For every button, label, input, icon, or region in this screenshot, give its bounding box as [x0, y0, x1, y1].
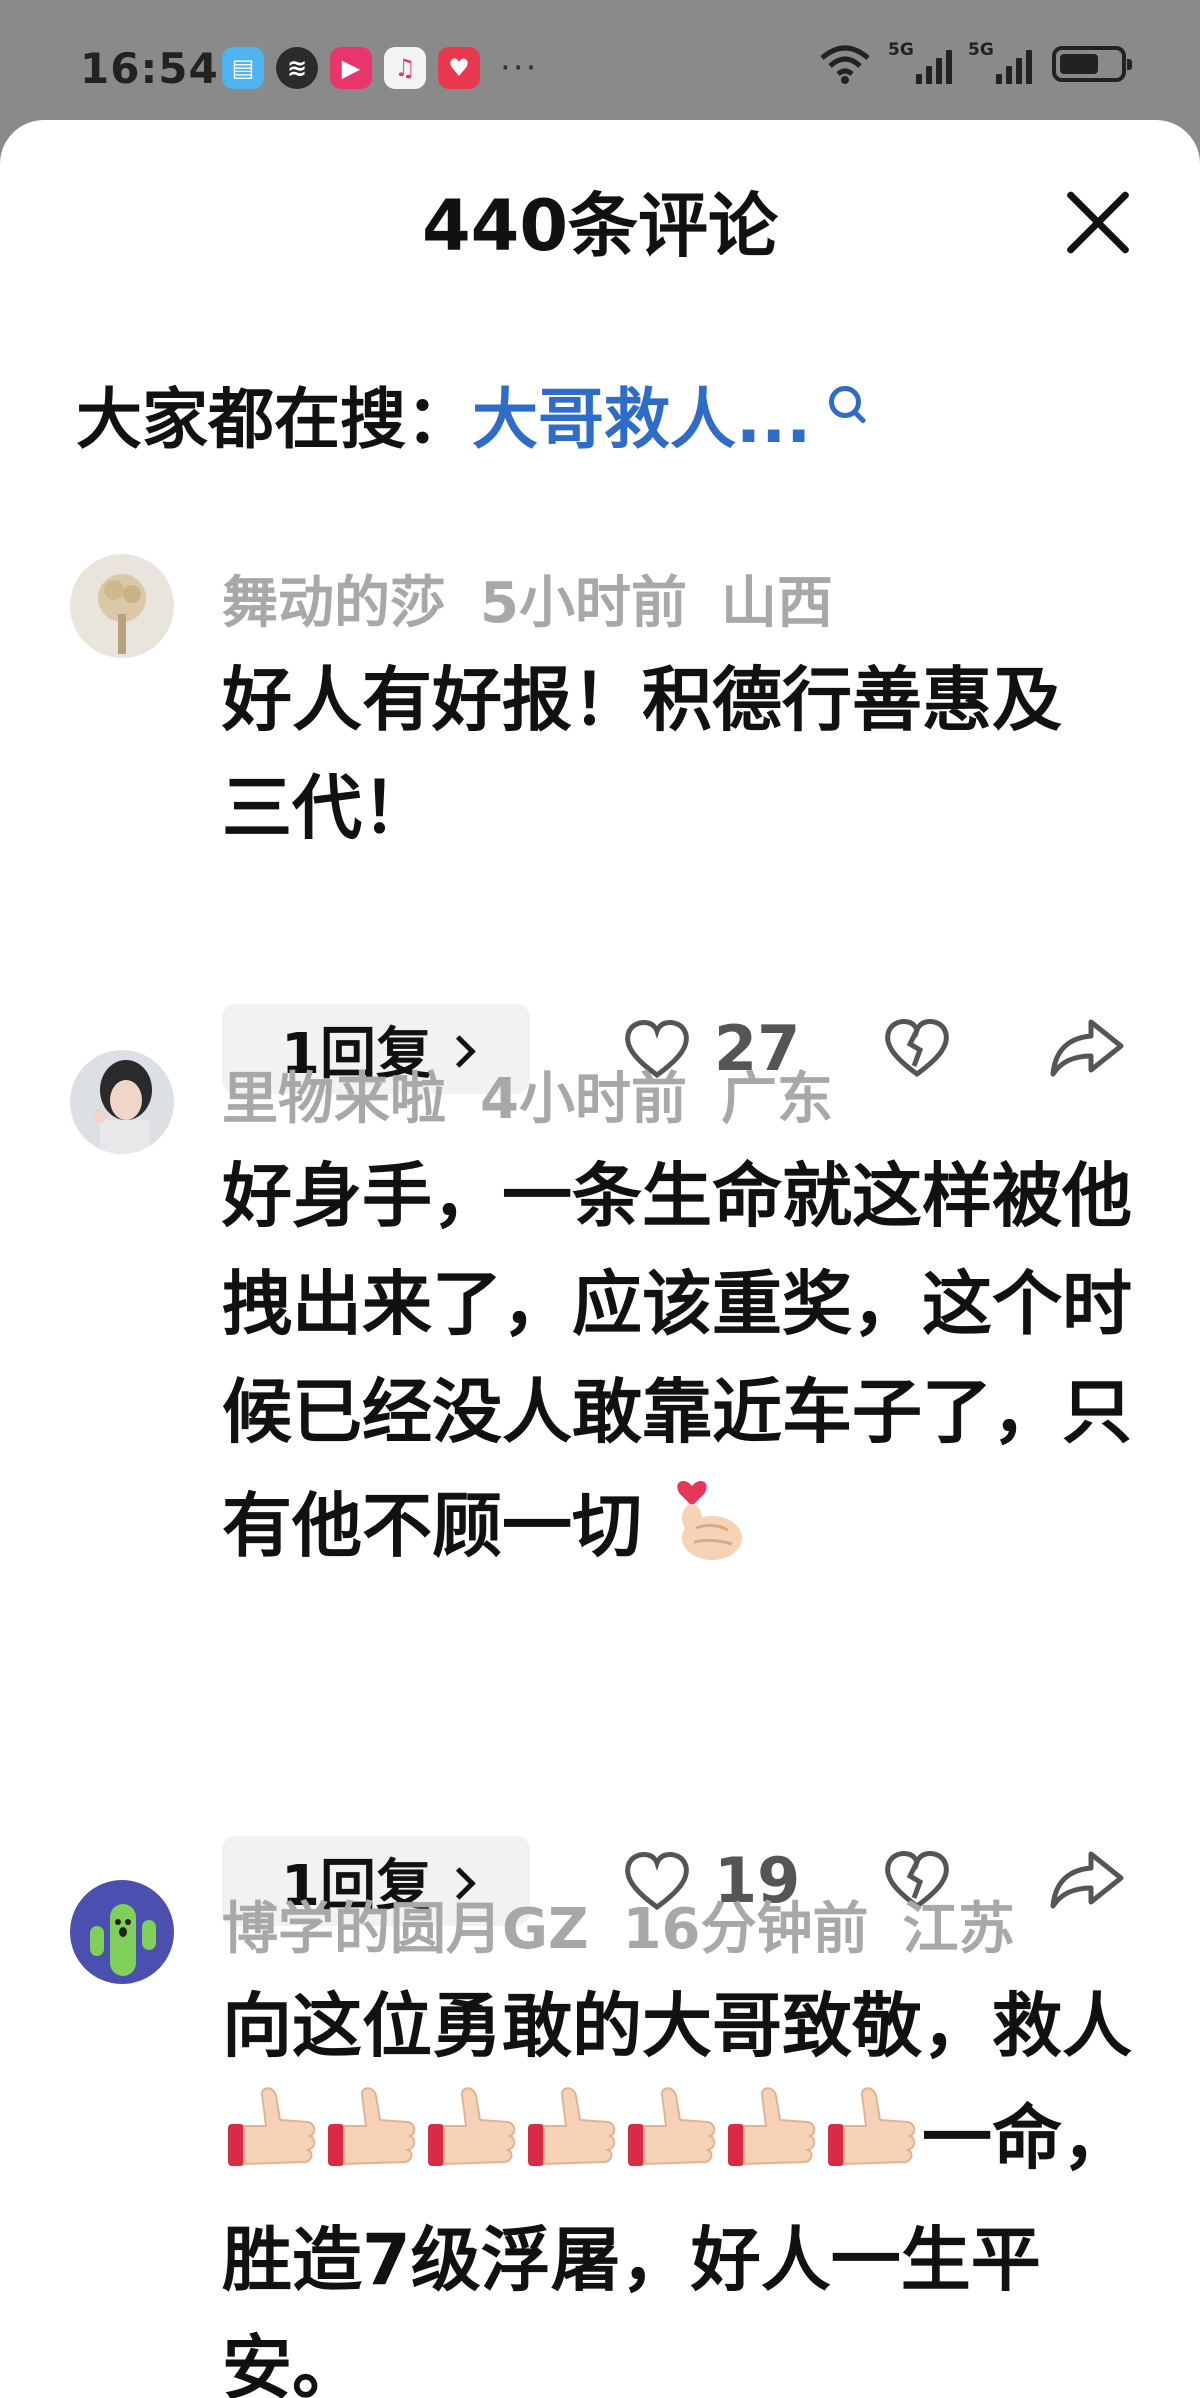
status-time: 16:54 [80, 44, 219, 93]
comment-text: 好人有好报！积德行善惠及三代！ [222, 659, 1062, 849]
share-icon [1050, 1851, 1124, 1909]
search-icon[interactable] [825, 384, 865, 444]
music-app-icon: ♫ [384, 47, 426, 89]
comment-time: 4小时前 [480, 1067, 687, 1132]
status-bar: 16:54 ▤ ≋ ▶ ♫ ♥ ··· 5G 5G [0, 0, 1200, 120]
finger-heart-emoji-icon [666, 1466, 750, 1596]
hot-search-term[interactable]: 大哥救人... [472, 366, 811, 462]
comment-username[interactable]: 博学的圆月GZ [222, 1897, 589, 1962]
comment-text-part1: 向这位勇敢的大哥致敬，救人 [222, 1985, 1132, 2067]
video-app-icon: ▶ [330, 47, 372, 89]
comment-username[interactable]: 舞动的莎 [222, 571, 446, 636]
hot-search-label: 大家都在搜： [76, 381, 472, 458]
dislike-button[interactable] [882, 1016, 952, 1084]
system-icons: 5G 5G [818, 40, 1132, 84]
taobao-app-icon: ♥ [438, 47, 480, 89]
comment-meta: 舞动的莎 5小时前 山西 [222, 558, 867, 639]
share-button[interactable] [1047, 1848, 1127, 1916]
thumbs-up-emoji-icon [322, 2080, 422, 2206]
comment-location: 广东 [720, 1067, 833, 1132]
comment-text: 向这位勇敢的大哥致敬，救人一命，胜造7级浮屠，好人一生平安。 [222, 1972, 1142, 2398]
comment-meta: 博学的圆月GZ 16分钟前 江苏 [222, 1884, 1049, 1965]
thumbs-up-emoji-icon [722, 2080, 822, 2206]
comment-location: 山西 [720, 571, 833, 636]
avatar[interactable] [70, 1050, 174, 1154]
notification-icons: ▤ ≋ ▶ ♫ ♥ ··· [222, 47, 538, 89]
comment-username[interactable]: 里物来啦 [222, 1067, 446, 1132]
thumbs-up-emoji-icon [522, 2080, 622, 2206]
share-button[interactable] [1047, 1016, 1127, 1084]
broken-heart-icon [885, 1019, 949, 1078]
close-icon[interactable] [1062, 186, 1134, 258]
thumbs-up-emoji-icon [622, 2080, 722, 2206]
cellular-signal-2-icon: 5G [968, 40, 1032, 84]
comments-sheet: 440条评论 大家都在搜： 大哥救人... 舞动的莎 5小时前 山西 好人有好报！积… [0, 120, 1200, 2398]
share-icon [1050, 1019, 1124, 1077]
avatar[interactable] [70, 554, 174, 658]
hot-search-suggestion[interactable]: 大家都在搜： 大哥救人... [76, 366, 865, 462]
avatar[interactable] [70, 1880, 174, 1984]
comments-title: 440条评论 [421, 185, 779, 267]
wifi-icon [820, 45, 870, 84]
comment-meta: 里物来啦 4小时前 广东 [222, 1054, 867, 1135]
thumbs-up-emoji-icon [222, 2080, 322, 2206]
thumbs-up-emoji-icon [822, 2080, 922, 2206]
cellular-signal-1-icon: 5G [888, 40, 952, 84]
comment-time: 16分钟前 [622, 1897, 869, 1962]
thumbs-up-emoji-icon [422, 2080, 522, 2206]
comment-location: 江苏 [902, 1897, 1015, 1962]
comment-text: 好身手，一条生命就这样被他拽出来了，应该重奖，这个时候已经没人敢靠近车子了，只有… [222, 1142, 1142, 1596]
battery-icon [1052, 46, 1132, 82]
comment-time: 5小时前 [480, 571, 687, 636]
reader-app-icon: ▤ [222, 47, 264, 89]
audio-app-icon: ≋ [276, 47, 318, 89]
more-notifications-icon: ··· [500, 48, 539, 88]
